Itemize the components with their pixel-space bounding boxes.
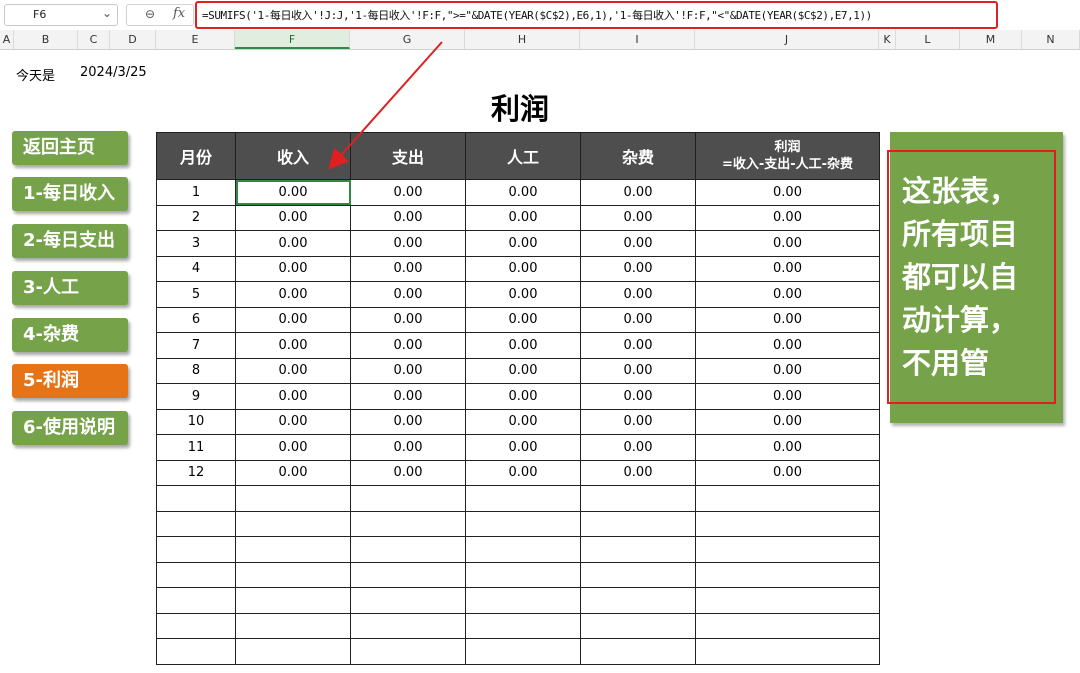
pointer-arrow bbox=[328, 41, 443, 170]
arrow-line bbox=[328, 41, 443, 170]
